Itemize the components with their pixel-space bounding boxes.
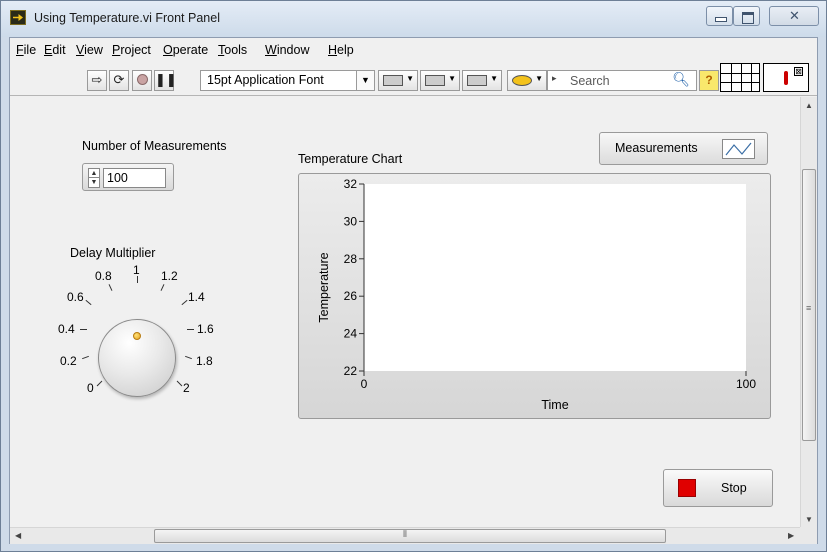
scroll-up-icon[interactable]: ▲ — [805, 101, 813, 110]
front-panel: Number of Measurements ▲ ▼ 100 Delay Mul… — [10, 97, 800, 527]
plot-area — [364, 184, 746, 371]
knob-scale-label: 0.4 — [58, 322, 75, 336]
increment-stepper[interactable]: ▲ ▼ — [88, 168, 100, 188]
reorder-icon[interactable]: ▼ — [507, 70, 547, 91]
knob-scale-label: 1.6 — [197, 322, 214, 336]
align-objects-icon[interactable]: ▼ — [378, 70, 418, 91]
stop-label: Stop — [721, 481, 747, 495]
knob-scale-label: 1.2 — [161, 269, 178, 283]
stop-button[interactable]: Stop — [663, 469, 773, 507]
x-axis-label: Time — [541, 398, 568, 412]
decrement-icon[interactable]: ▼ — [89, 178, 99, 187]
resize-objects-icon[interactable]: ▼ — [462, 70, 502, 91]
menu-tools[interactable]: Tools — [218, 43, 247, 57]
increment-icon[interactable]: ▲ — [89, 169, 99, 178]
x-tick-label: 0 — [361, 377, 368, 391]
font-select-value: 15pt Application Font — [207, 73, 324, 87]
toolbar: ⇨ ⟳ ❚❚ 15pt Application Font ▼ ▼ ▼ ▼ ▼ ▸… — [10, 60, 817, 96]
scroll-left-icon[interactable]: ◀ — [15, 531, 21, 540]
menu-view[interactable]: View — [76, 43, 103, 57]
search-input[interactable]: ▸ Search 🔍︎ — [547, 70, 697, 91]
search-icon[interactable]: 🔍︎ — [672, 71, 690, 88]
scroll-down-icon[interactable]: ▼ — [805, 515, 813, 524]
menu-edit[interactable]: Edit — [44, 43, 66, 57]
window-title: Using Temperature.vi Front Panel — [34, 11, 220, 25]
search-option-icon: ▸ — [552, 73, 557, 83]
menu-help[interactable]: Help — [328, 43, 354, 57]
menu-bar: File Edit View Project Operate Tools Win… — [10, 38, 817, 60]
knob-scale-label: 2 — [183, 381, 190, 395]
delay-multiplier-label: Delay Multiplier — [70, 246, 156, 260]
chart-title: Temperature Chart — [298, 152, 403, 166]
knob-scale-label: 0.2 — [60, 354, 77, 368]
vi-thermometer-icon[interactable]: ⊠ — [763, 63, 809, 92]
connector-pane-icon[interactable] — [720, 63, 760, 92]
num-measurements-label: Number of Measurements — [82, 139, 227, 153]
minimize-button[interactable] — [706, 6, 733, 26]
front-panel-frame: File Edit View Project Operate Tools Win… — [9, 37, 818, 544]
knob-indicator — [133, 332, 141, 340]
y-tick-label: 22 — [344, 364, 358, 378]
temperature-chart: 22 24 26 28 30 32 0 100 Time Temperature — [298, 173, 771, 419]
y-tick-label: 26 — [344, 289, 358, 303]
plot-legend[interactable]: Measurements — [599, 132, 768, 165]
window: Using Temperature.vi Front Panel File Ed… — [0, 0, 827, 552]
font-select[interactable]: 15pt Application Font ▼ — [200, 70, 375, 91]
line-plot-icon — [722, 139, 755, 159]
chevron-down-icon: ▼ — [356, 71, 374, 90]
pause-icon[interactable]: ❚❚ — [154, 70, 177, 91]
menu-window[interactable]: Window — [265, 43, 309, 57]
delay-multiplier-knob[interactable] — [98, 319, 176, 397]
maximize-button[interactable] — [733, 6, 760, 26]
abort-icon[interactable] — [132, 70, 152, 91]
run-continuously-icon[interactable]: ⟳ — [109, 70, 129, 91]
menu-operate[interactable]: Operate — [163, 43, 208, 57]
menu-project[interactable]: Project — [112, 43, 151, 57]
chart-canvas: 22 24 26 28 30 32 0 100 Time Temperature — [317, 177, 756, 412]
knob-scale-label: 0 — [87, 381, 94, 395]
y-tick-label: 24 — [344, 327, 358, 341]
scroll-right-icon[interactable]: ▶ — [788, 531, 794, 540]
stop-icon — [678, 479, 696, 497]
knob-scale-label: 0.6 — [67, 290, 84, 304]
y-tick-label: 28 — [344, 252, 358, 266]
horizontal-scroll-thumb[interactable]: ⦀ — [154, 529, 666, 543]
close-button[interactable] — [769, 6, 819, 26]
y-tick-label: 32 — [344, 177, 358, 191]
knob-scale-label: 1 — [133, 263, 140, 277]
resize-grip-icon[interactable] — [800, 527, 817, 544]
num-measurements-field[interactable]: 100 — [103, 168, 166, 188]
vertical-scrollbar[interactable]: ▲ ≡ ▼ — [800, 97, 817, 527]
labview-vi-icon — [10, 10, 26, 25]
y-axis-label: Temperature — [317, 252, 331, 322]
vertical-scroll-thumb[interactable]: ≡ — [802, 169, 816, 441]
num-measurements-control: ▲ ▼ 100 — [82, 163, 174, 191]
distribute-objects-icon[interactable]: ▼ — [420, 70, 460, 91]
knob-scale-label: 0.8 — [95, 269, 112, 283]
knob-scale-label: 1.4 — [188, 290, 205, 304]
legend-series-label: Measurements — [615, 141, 698, 155]
y-tick-label: 30 — [344, 214, 358, 228]
knob-scale-label: 1.8 — [196, 354, 213, 368]
run-arrow-icon[interactable]: ⇨ — [87, 70, 107, 91]
title-bar[interactable]: Using Temperature.vi Front Panel — [1, 1, 826, 37]
menu-file[interactable]: File — [16, 43, 36, 57]
x-tick-label: 100 — [736, 377, 756, 391]
horizontal-scrollbar[interactable]: ◀ ⦀ ▶ — [10, 527, 800, 544]
context-help-button[interactable]: ? — [699, 70, 719, 91]
